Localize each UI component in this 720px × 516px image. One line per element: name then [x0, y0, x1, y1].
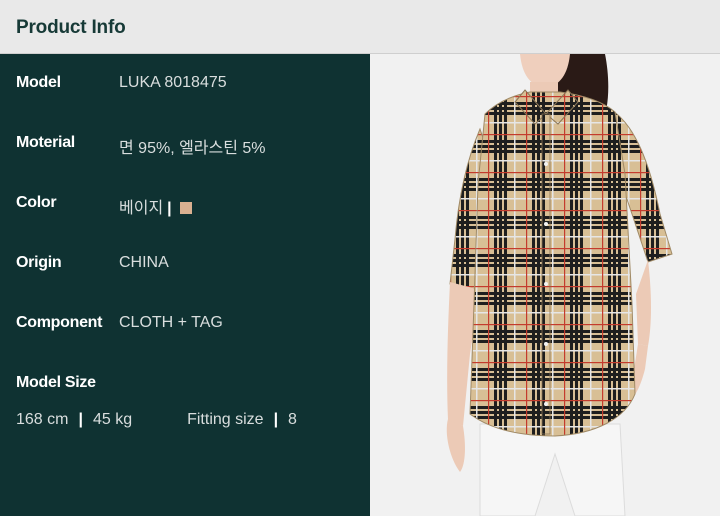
fitting-size-label: Fitting size — [187, 411, 264, 428]
color-label: Color — [16, 194, 57, 211]
model-weight: 45 kg — [92, 411, 133, 428]
color-value-wrap: 베이지 | — [119, 194, 192, 218]
info-row-origin: Origin CHINA — [16, 254, 366, 278]
info-row-color: Color 베이지 | — [16, 194, 366, 218]
color-swatch — [179, 202, 192, 214]
page-title: Product Info — [16, 17, 126, 38]
component-label: Component — [16, 314, 103, 331]
model-size-label: Model Size — [16, 374, 96, 391]
origin-label: Origin — [16, 254, 62, 271]
product-info-panel: Model LUKA 8018475 Moterial 면 95%, 엘라스틴 … — [0, 54, 370, 516]
model-size-values: 168 cm | 45 kg Fitting size | 8 — [16, 411, 297, 429]
material-value: 면 95%, 엘라스틴 5% — [119, 140, 266, 157]
model-label: Model — [16, 74, 61, 91]
info-row-component: Component CLOTH + TAG — [16, 314, 366, 338]
size-divider-2: | — [273, 411, 279, 428]
model-shirt-image — [446, 54, 673, 516]
info-row-material: Moterial 면 95%, 엘라스틴 5% — [16, 134, 366, 158]
header-bar: Product Info — [0, 0, 720, 54]
color-divider: | — [167, 200, 172, 217]
model-value: LUKA 8018475 — [119, 74, 227, 91]
origin-value: CHINA — [119, 254, 169, 271]
product-photo — [370, 54, 720, 516]
component-value: CLOTH + TAG — [119, 314, 223, 331]
model-size-row: Model Size — [16, 374, 366, 398]
model-height: 168 cm — [16, 411, 69, 428]
material-label: Moterial — [16, 134, 75, 151]
fitting-size-value: 8 — [288, 411, 297, 428]
info-row-model: Model LUKA 8018475 — [16, 74, 366, 98]
size-divider-1: | — [78, 411, 83, 428]
color-value: 베이지 — [119, 200, 164, 217]
